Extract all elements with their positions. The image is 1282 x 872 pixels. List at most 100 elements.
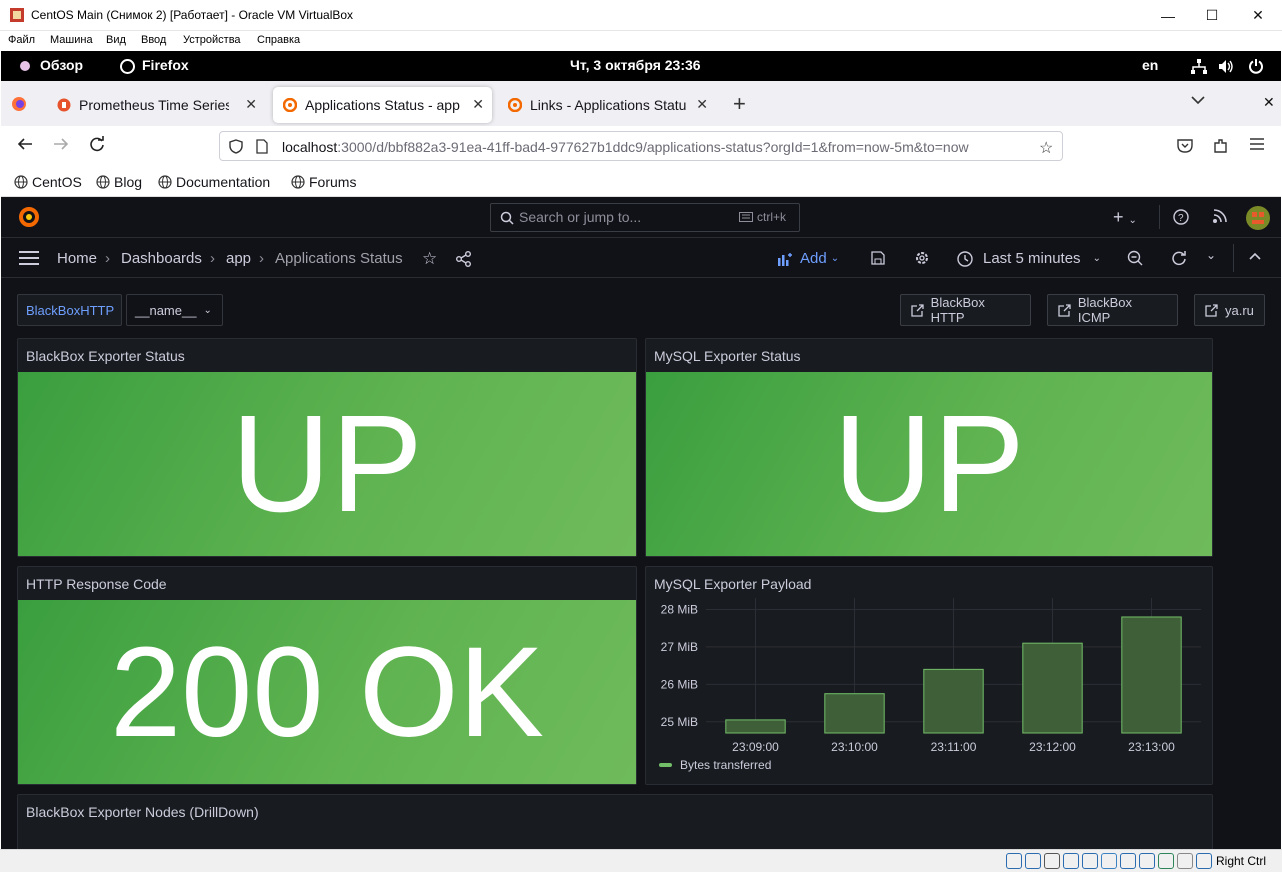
y-tick-label: 26 MiB [661, 677, 698, 691]
menu-devices[interactable]: Устройства [183, 34, 241, 46]
vbox-status-bar: Right Ctrl [0, 849, 1282, 872]
zoom-out-icon[interactable] [1127, 250, 1143, 266]
close-tab-icon[interactable]: ✕ [696, 96, 708, 113]
clock-icon [957, 250, 973, 267]
cpu-icon[interactable] [1158, 853, 1174, 869]
star-icon[interactable]: ☆ [422, 249, 437, 269]
menu-help[interactable]: Справка [257, 34, 300, 46]
tab-applications-status[interactable]: Applications Status - app ✕ [273, 87, 492, 123]
time-picker[interactable]: Last 5 minutes ⌄ [957, 250, 1101, 267]
firefox-view-icon[interactable] [11, 96, 27, 112]
page-icon[interactable] [256, 139, 268, 154]
url-bar[interactable]: localhost:3000/d/bbf882a3-91ea-41ff-bad4… [219, 131, 1063, 161]
close-window-button[interactable]: ✕ [1235, 0, 1281, 31]
bookmark-star-icon[interactable]: ☆ [1039, 138, 1053, 158]
vbox-title-bar: CentOS Main (Снимок 2) [Работает] - Orac… [0, 0, 1282, 31]
news-rss-icon[interactable] [1213, 209, 1227, 223]
search-input[interactable]: Search or jump to... ctrl+k [490, 203, 800, 232]
pocket-icon[interactable] [1177, 138, 1193, 153]
bookmark-documentation[interactable]: Documentation [158, 174, 270, 190]
link-blackbox-icmp[interactable]: BlackBox ICMP [1047, 294, 1178, 326]
network-icon[interactable] [1191, 59, 1207, 74]
menu-toggle-icon[interactable] [19, 251, 39, 265]
app-menu-button[interactable]: Firefox [142, 57, 189, 73]
refresh-icon[interactable] [1171, 250, 1187, 266]
link-label: BlackBox ICMP [1077, 295, 1133, 325]
new-menu-button[interactable]: + ⌄ [1113, 207, 1137, 228]
legend-label[interactable]: Bytes transferred [680, 758, 771, 772]
optical-drive-icon[interactable] [1025, 853, 1041, 869]
clock[interactable]: Чт, 3 октября 23:36 [570, 57, 701, 73]
keyboard-capture-icon[interactable] [1196, 853, 1212, 869]
close-browser-icon[interactable]: ✕ [1263, 94, 1275, 111]
bar[interactable] [1121, 616, 1182, 734]
panel-mysql-payload[interactable]: MySQL Exporter Payload 25 MiB 26 MiB 27 Mi… [645, 566, 1213, 785]
shield-icon[interactable] [229, 139, 243, 154]
menu-hamburger-icon[interactable] [1250, 138, 1264, 150]
bar[interactable] [725, 719, 786, 734]
audio-icon[interactable] [1044, 853, 1060, 869]
payload-bar-chart: 25 MiB 26 MiB 27 MiB 28 MiB 23:09:00 23:10:00… [659, 598, 1201, 772]
panel-mysql-status[interactable]: MySQL Exporter Status UP [645, 338, 1213, 557]
close-tab-icon[interactable]: ✕ [472, 96, 484, 113]
minimize-button[interactable]: — [1145, 0, 1191, 31]
video-capture-icon[interactable] [1139, 853, 1155, 869]
network-status-icon[interactable] [1063, 853, 1079, 869]
activities-button[interactable]: Обзор [40, 57, 83, 73]
power-icon[interactable] [1248, 58, 1264, 74]
bookmark-blog[interactable]: Blog [96, 174, 142, 190]
collapse-chevron-up-icon[interactable] [1249, 252, 1261, 260]
menu-view[interactable]: Вид [106, 34, 126, 46]
legend-swatch [659, 763, 672, 767]
forward-button[interactable] [53, 136, 69, 152]
keyboard-layout[interactable]: en [1142, 57, 1158, 73]
hard-disk-icon[interactable] [1006, 853, 1022, 869]
chevron-down-icon: ⌄ [203, 304, 212, 316]
add-button[interactable]: Add ⌄ [777, 250, 839, 267]
variable-name-select[interactable]: __name__ ⌄ [126, 294, 223, 326]
volume-icon[interactable] [1218, 59, 1234, 74]
breadcrumb-separator: › [259, 250, 264, 267]
bar[interactable] [923, 668, 984, 734]
breadcrumb-folder[interactable]: app [226, 250, 251, 267]
bar[interactable] [1022, 642, 1083, 734]
avatar[interactable] [1246, 206, 1270, 230]
bar[interactable] [824, 693, 885, 734]
menu-input[interactable]: Ввод [141, 34, 166, 46]
menu-file[interactable]: Файл [8, 34, 35, 46]
window-title: CentOS Main (Снимок 2) [Работает] - Orac… [31, 8, 354, 22]
tab-prometheus[interactable]: Prometheus Time Series C ✕ [47, 87, 265, 123]
refresh-interval-chevron-icon[interactable]: ⌄ [1206, 248, 1216, 262]
maximize-button[interactable]: ☐ [1189, 0, 1235, 31]
bookmark-centos[interactable]: CentOS [14, 174, 82, 190]
panel-blackbox-drilldown[interactable]: BlackBox Exporter Nodes (DrillDown) [17, 794, 1213, 849]
link-ya-ru[interactable]: ya.ru [1194, 294, 1265, 326]
shared-folders-icon[interactable] [1101, 853, 1117, 869]
grafana-logo-icon[interactable] [18, 206, 40, 228]
mouse-integration-icon[interactable] [1177, 853, 1193, 869]
settings-gear-icon[interactable] [914, 250, 930, 266]
help-icon[interactable]: ? [1173, 209, 1189, 225]
panel-blackbox-status[interactable]: BlackBox Exporter Status UP [17, 338, 637, 557]
display-icon[interactable] [1120, 853, 1136, 869]
extensions-icon[interactable] [1213, 138, 1229, 154]
link-blackbox-http[interactable]: BlackBox HTTP [900, 294, 1031, 326]
close-tab-icon[interactable]: ✕ [245, 96, 257, 113]
breadcrumb-dashboards[interactable]: Dashboards [121, 250, 202, 267]
new-tab-button[interactable]: + [733, 91, 746, 117]
share-icon[interactable] [456, 251, 472, 267]
breadcrumb-current: Applications Status [275, 250, 403, 267]
breadcrumb-home[interactable]: Home [57, 250, 97, 267]
list-tabs-icon[interactable] [1191, 95, 1205, 105]
stat-value: UP [18, 372, 636, 556]
globe-icon [14, 175, 28, 189]
tab-links[interactable]: Links - Applications Statu ✕ [498, 87, 716, 123]
bookmark-forums[interactable]: Forums [291, 174, 356, 190]
save-icon[interactable] [871, 251, 885, 265]
reload-button[interactable] [89, 136, 105, 152]
usb-icon[interactable] [1082, 853, 1098, 869]
menu-machine[interactable]: Машина [50, 34, 93, 46]
x-tick-label: 23:09:00 [732, 740, 779, 754]
panel-http-response-code[interactable]: HTTP Response Code 200 OK [17, 566, 637, 785]
back-button[interactable] [17, 136, 33, 152]
